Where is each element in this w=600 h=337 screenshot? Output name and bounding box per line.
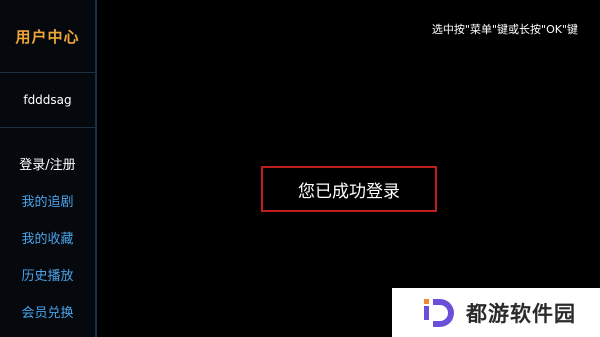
username-label: fdddsag — [0, 72, 95, 128]
hint-text: 选中按"菜单"键或长按"OK"键 — [431, 23, 578, 36]
sidebar-item-my-series[interactable]: 我的追剧 — [0, 182, 95, 219]
sidebar-item-membership-redeem[interactable]: 会员兑换 — [0, 293, 95, 330]
d-logo-icon — [424, 298, 454, 327]
watermark-text: 都游软件园 — [466, 301, 576, 326]
sidebar-item-history[interactable]: 历史播放 — [0, 256, 95, 293]
sidebar-item-my-favorites[interactable]: 我的收藏 — [0, 219, 95, 256]
login-success-message: 您已成功登录 — [261, 166, 437, 212]
sidebar-item-login-register[interactable]: 登录/注册 — [0, 145, 95, 182]
sidebar-title: 用户中心 — [0, 0, 95, 73]
sidebar: 用户中心 fdddsag 登录/注册 我的追剧 我的收藏 历史播放 会员兑换 — [0, 0, 97, 337]
sidebar-menu: 登录/注册 我的追剧 我的收藏 历史播放 会员兑换 — [0, 145, 95, 330]
watermark: 都游软件园 — [392, 288, 600, 337]
